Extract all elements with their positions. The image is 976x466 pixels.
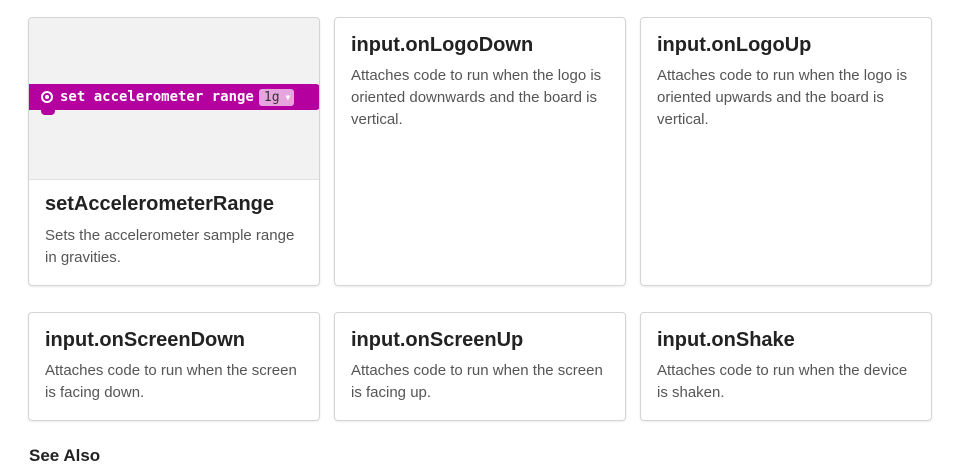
range-dropdown-value: 1g: [263, 89, 280, 105]
card-on-logo-down[interactable]: input.onLogoDown Attaches code to run wh…: [334, 17, 626, 286]
card-title: input.onScreenDown: [45, 329, 245, 351]
set-accelerometer-range-block: set accelerometer range 1g ▼: [29, 84, 319, 115]
card-description: Attaches code to run when the device is …: [657, 362, 908, 401]
card-title: input.onScreenUp: [351, 329, 524, 351]
card-description: Attaches code to run when the logo is or…: [351, 67, 602, 128]
caret-down-icon: ▼: [285, 92, 291, 102]
see-also-heading: See Also: [29, 446, 101, 465]
card-description: Attaches code to run when the screen is …: [45, 362, 297, 401]
card-on-shake[interactable]: input.onShake Attaches code to run when …: [640, 312, 932, 421]
card-title: input.onLogoDown: [351, 34, 534, 56]
card-title: input.onLogoUp: [657, 34, 812, 56]
card-title: setAccelerometerRange: [45, 193, 274, 215]
card-set-accelerometer-range[interactable]: set accelerometer range 1g ▼ setAccelero…: [28, 17, 320, 286]
card-on-screen-up[interactable]: input.onScreenUp Attaches code to run wh…: [334, 312, 626, 421]
card-on-logo-up[interactable]: input.onLogoUp Attaches code to run when…: [640, 17, 932, 286]
accelerometer-icon: [41, 91, 53, 103]
card-description: Attaches code to run when the screen is …: [351, 362, 603, 401]
block-preview: set accelerometer range 1g ▼: [29, 18, 319, 180]
range-dropdown: 1g ▼: [258, 88, 295, 106]
card-description: Sets the accelerometer sample range in g…: [45, 227, 295, 266]
block-connector: [41, 109, 55, 115]
card-title: input.onShake: [657, 329, 795, 351]
card-on-screen-down[interactable]: input.onScreenDown Attaches code to run …: [28, 312, 320, 421]
card-description: Attaches code to run when the logo is or…: [657, 67, 908, 128]
block-label: set accelerometer range: [60, 89, 254, 105]
